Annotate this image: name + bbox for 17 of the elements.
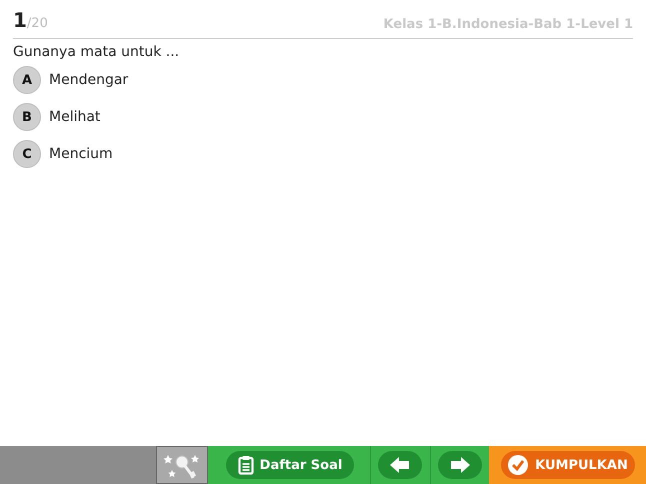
question-text: Gunanya mata untuk ... bbox=[13, 44, 180, 60]
magic-key-button[interactable] bbox=[156, 446, 208, 484]
question-total: /20 bbox=[26, 16, 48, 31]
option-text[interactable]: Mencium bbox=[49, 146, 113, 162]
option-letter[interactable]: B bbox=[13, 103, 41, 131]
check-icon bbox=[507, 454, 530, 476]
left-arrow-icon bbox=[389, 456, 412, 474]
question-list-button[interactable]: Daftar Soal bbox=[226, 451, 354, 479]
option-letter[interactable]: A bbox=[13, 66, 41, 94]
clipboard-icon bbox=[238, 455, 254, 475]
question-number: 1 bbox=[13, 8, 27, 32]
previous-button[interactable] bbox=[378, 451, 422, 479]
option-letter[interactable]: C bbox=[13, 140, 41, 168]
option-text[interactable]: Melihat bbox=[49, 109, 100, 125]
option-text[interactable]: Mendengar bbox=[49, 72, 128, 88]
next-button[interactable] bbox=[438, 451, 482, 479]
right-arrow-icon bbox=[448, 456, 471, 474]
